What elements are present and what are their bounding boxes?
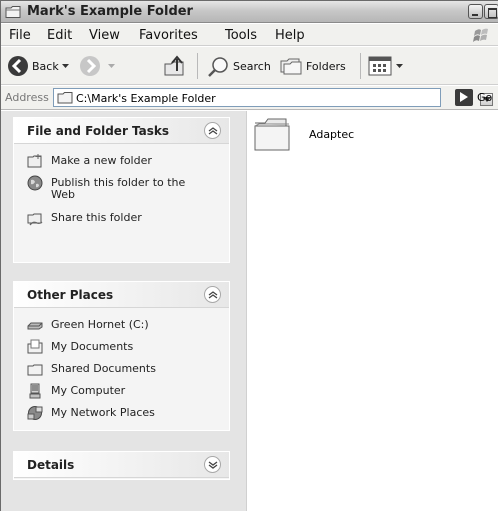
go-arrow-icon[interactable] <box>455 89 473 106</box>
expand-chevron-icon[interactable] <box>204 456 221 473</box>
address-bar: Address C:\Mark's Example Folder Go <box>1 86 498 110</box>
panel-title: File and Folder Tasks <box>27 124 170 138</box>
menu-bar: File Edit View Favorites Tools Help <box>1 24 498 46</box>
network-places-icon <box>27 406 43 420</box>
minimize-button[interactable] <box>468 4 483 19</box>
folder-name: Adaptec <box>309 128 355 141</box>
up-folder-button[interactable] <box>161 47 191 85</box>
collapse-chevron-icon[interactable] <box>204 286 221 303</box>
collapse-chevron-icon[interactable] <box>204 122 221 139</box>
folder-icon <box>57 92 73 104</box>
shared-documents-icon <box>27 364 43 376</box>
forward-arrow-icon <box>80 56 100 76</box>
search-icon <box>208 57 228 77</box>
up-folder-icon <box>164 55 184 76</box>
menu-file[interactable]: File <box>9 28 31 43</box>
place-label: My Documents <box>51 340 134 353</box>
folder-contents: Adaptec <box>248 111 498 511</box>
standard-toolbar: Back Search Folders <box>1 47 498 85</box>
globe-icon <box>27 175 43 191</box>
panel-header[interactable]: Other Places <box>14 282 229 308</box>
task-label: Make a new folder <box>51 154 152 167</box>
address-field[interactable]: C:\Mark's Example Folder <box>53 88 493 107</box>
place-label: Shared Documents <box>51 362 156 375</box>
panel-header[interactable]: File and Folder Tasks <box>14 118 229 144</box>
toolbar-separator <box>360 53 361 79</box>
task-label-continued: Web <box>51 188 75 201</box>
address-path: C:\Mark's Example Folder <box>76 92 216 105</box>
back-arrow-icon <box>8 56 28 76</box>
windows-logo-icon <box>473 28 488 42</box>
my-computer-icon <box>29 383 41 399</box>
explorer-window: Mark's Example Folder File Edit View Fav… <box>0 0 498 511</box>
task-pane: File and Folder Tasks Make a new folder … <box>1 111 247 511</box>
search-label: Search <box>233 60 271 73</box>
menu-help[interactable]: Help <box>275 28 305 43</box>
panel-header[interactable]: Details <box>14 452 229 478</box>
menu-view[interactable]: View <box>89 28 120 43</box>
back-label: Back <box>32 60 59 73</box>
folder-item-adaptec[interactable]: Adaptec <box>253 114 383 164</box>
my-documents-icon <box>27 339 43 354</box>
folder-icon <box>5 6 21 18</box>
title-bar[interactable]: Mark's Example Folder <box>1 1 498 23</box>
address-label: Address <box>5 91 49 104</box>
file-folder-tasks-panel: File and Folder Tasks Make a new folder … <box>13 117 230 263</box>
other-places-panel: Other Places Green Hornet (C:) My Docume… <box>13 281 230 431</box>
task-label: Share this folder <box>51 211 142 224</box>
share-folder-icon <box>27 213 43 226</box>
forward-dropdown-icon[interactable] <box>108 64 115 69</box>
toolbar-separator <box>197 53 198 79</box>
views-icon <box>368 56 392 76</box>
go-button[interactable]: Go <box>477 91 492 104</box>
place-label: Green Hornet (C:) <box>51 318 149 331</box>
maximize-button[interactable] <box>484 4 498 19</box>
search-button[interactable]: Search <box>205 47 271 85</box>
folders-label: Folders <box>306 60 346 73</box>
menu-tools[interactable]: Tools <box>225 28 257 43</box>
panel-title: Details <box>27 458 75 472</box>
details-panel: Details <box>13 451 230 480</box>
views-button[interactable] <box>366 47 416 85</box>
views-dropdown-icon <box>396 64 403 68</box>
panel-title: Other Places <box>27 288 114 302</box>
folder-icon <box>254 118 290 151</box>
back-button[interactable]: Back <box>5 47 71 85</box>
place-label: My Computer <box>51 384 126 397</box>
new-folder-icon <box>27 154 42 168</box>
place-label: My Network Places <box>51 406 155 419</box>
folders-button[interactable]: Folders <box>278 47 354 85</box>
menu-edit[interactable]: Edit <box>47 28 72 43</box>
folders-icon <box>280 58 302 75</box>
back-dropdown-icon[interactable] <box>62 64 69 69</box>
window-title: Mark's Example Folder <box>27 4 193 19</box>
drive-icon <box>27 322 43 330</box>
forward-button[interactable] <box>77 47 117 85</box>
menu-favorites[interactable]: Favorites <box>139 28 198 43</box>
